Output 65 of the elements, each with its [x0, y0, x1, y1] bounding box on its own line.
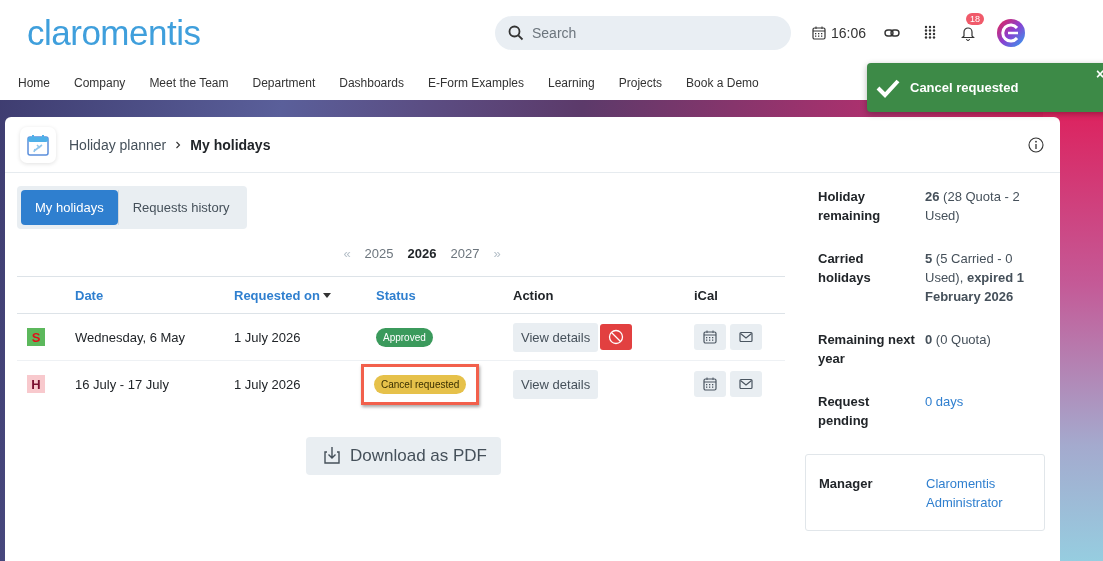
nav-link[interactable]: Meet the Team — [149, 76, 241, 90]
view-details-button[interactable]: View details — [513, 322, 599, 352]
ban-icon — [608, 329, 625, 345]
column-header[interactable]: Date — [75, 287, 104, 303]
cancel-button[interactable] — [600, 324, 633, 350]
email-button[interactable] — [730, 371, 762, 397]
breadcrumb-link[interactable]: Holiday planner — [69, 136, 167, 153]
summary-label: Holiday remaining — [817, 188, 882, 225]
column-header: iCal — [694, 287, 718, 303]
download-pdf-button[interactable]: Download as PDF — [306, 437, 501, 475]
summary-value: 0 (0 Quota) — [925, 331, 992, 349]
leave-type-badge: S — [27, 328, 45, 346]
nav-link[interactable]: Book a Demo — [686, 76, 771, 90]
close-button[interactable]: × — [1096, 66, 1103, 82]
column-header[interactable]: Status — [376, 287, 416, 303]
status-badge: Approved — [376, 327, 433, 347]
table-cell: Wednesday, 6 May — [75, 329, 186, 345]
info-icon — [1028, 136, 1044, 153]
clock-time: 16:06 — [831, 25, 867, 41]
envelope-icon — [738, 376, 754, 392]
nav-link[interactable]: E-Form Examples — [427, 76, 536, 90]
notification-badge: 18 — [966, 13, 985, 25]
table-cell: 16 July - 17 July — [75, 376, 169, 392]
calendar-button[interactable] — [694, 324, 726, 350]
summary-label: Remaining next year — [817, 331, 916, 368]
bell-icon — [960, 25, 977, 41]
calendar-plane-icon — [26, 132, 50, 157]
nav-link[interactable]: Learning — [548, 76, 607, 90]
nav-link[interactable]: Company — [74, 76, 138, 90]
manager-label: Manager — [818, 475, 874, 493]
year-link[interactable]: 2026 — [407, 245, 437, 261]
nav-link[interactable]: Dashboards — [339, 76, 416, 90]
tab[interactable]: My holidays — [21, 190, 118, 225]
calendar-icon — [702, 376, 718, 392]
year-link[interactable]: 2025 — [364, 245, 394, 261]
nav-link[interactable]: Department — [252, 76, 328, 90]
nav-link[interactable]: Projects — [618, 76, 675, 90]
calendar-button[interactable] — [694, 371, 726, 397]
search-field[interactable]: Search — [495, 16, 791, 50]
status-badge: Cancel requested — [374, 374, 467, 394]
download-icon — [322, 446, 342, 466]
search-icon — [508, 25, 524, 41]
summary-value: 5 (5 Carried - 0 Used), expired 1 February 2026 — [925, 250, 1025, 306]
year-link[interactable]: 2027 — [450, 245, 480, 261]
tab[interactable]: Requests history — [117, 190, 244, 225]
calendar-icon — [811, 25, 827, 41]
envelope-icon — [738, 329, 754, 345]
manager-link[interactable]: Claromentis Administrator — [926, 474, 1034, 512]
nav-link[interactable]: Home — [18, 76, 62, 90]
leave-type-badge: H — [27, 375, 45, 393]
breadcrumb-current: My holidays — [190, 136, 271, 153]
view-details-button[interactable]: View details — [513, 369, 599, 399]
sort-caret-icon — [322, 292, 331, 298]
email-button[interactable] — [730, 324, 762, 350]
summary-label: Request pending — [817, 393, 871, 430]
calendar-icon — [702, 329, 718, 345]
column-header[interactable]: Requested on — [234, 287, 331, 303]
summary-value: 26 (28 Quota - 2 Used) — [925, 188, 1021, 225]
column-header: Action — [513, 287, 554, 303]
table-cell: 1 July 2026 — [234, 329, 301, 345]
avatar-icon — [996, 18, 1027, 48]
summary-label: Carried holidays — [817, 250, 872, 287]
toast-message: Cancel requested — [910, 80, 1019, 95]
table-cell: 1 July 2026 — [234, 376, 301, 392]
summary-link[interactable]: 0 days — [925, 392, 1033, 430]
